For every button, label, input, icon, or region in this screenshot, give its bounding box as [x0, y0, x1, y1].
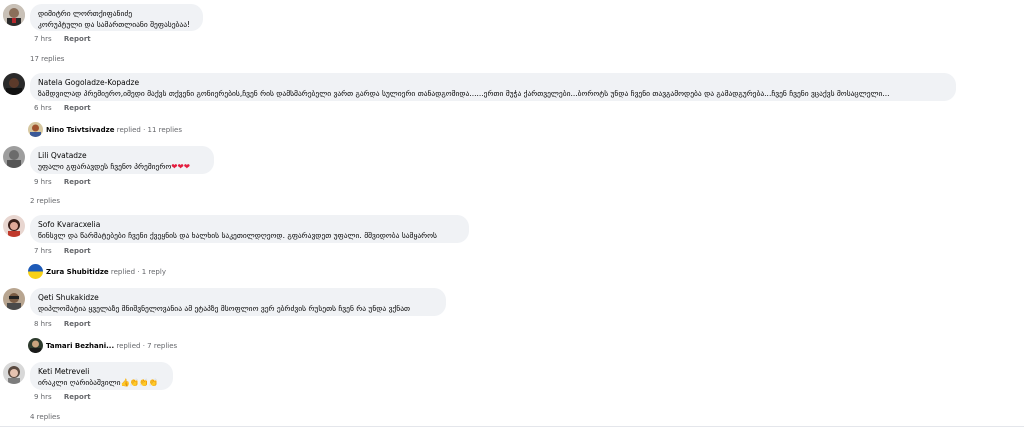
view-replies-link[interactable]: 2 replies — [30, 196, 60, 206]
comment-text: ზამდვილად პრემიერო,იმედი მაქვს თქვენი გო… — [38, 89, 890, 98]
heart-emoji: ❤❤❤ — [171, 162, 191, 171]
comment-bubble: Natela Gogoladze-Kopadze ზამდვილად პრემი… — [30, 73, 956, 101]
reply-count: · 1 reply — [137, 268, 166, 276]
commenter-name[interactable]: დიმიტრი ლორთქიფანიძე — [38, 8, 195, 19]
timestamp[interactable]: 8 hrs — [34, 320, 52, 328]
comment-body: უფალი გფარავდეს ჩვენო პრემიერო — [38, 162, 172, 171]
replier-avatar[interactable] — [28, 122, 43, 137]
replies-summary[interactable]: Tamari Bezhani... replied · 7 replies — [46, 341, 177, 351]
commenter-name[interactable]: Sofo Kvaracxelia — [38, 219, 461, 230]
timestamp[interactable]: 7 hrs — [34, 35, 52, 43]
comment-bubble: Lili Qvatadze უფალი გფარავდეს ჩვენო პრემ… — [30, 146, 214, 174]
commenter-name[interactable]: Natela Gogoladze-Kopadze — [38, 77, 948, 88]
comment-meta: 9 hrs Report — [34, 177, 91, 187]
user-photo-icon — [28, 122, 43, 137]
avatar[interactable] — [3, 146, 25, 168]
timestamp[interactable]: 9 hrs — [34, 178, 52, 186]
avatar[interactable] — [3, 215, 25, 237]
comment-meta: 9 hrs Report — [34, 392, 91, 402]
replies-summary[interactable]: Zura Shubitidze replied · 1 reply — [46, 267, 166, 277]
replier-name[interactable]: Tamari Bezhani... — [46, 342, 114, 350]
comment-bubble: Sofo Kvaracxelia წინსვლ და წარმატებები ჩ… — [30, 215, 469, 243]
replied-label: replied — [110, 268, 136, 276]
replied-label: replied — [116, 126, 141, 134]
comment-text: ირაკლი ღარიბაშვილი👍👏👏👏 — [38, 377, 165, 389]
comment-bubble: Keti Metreveli ირაკლი ღარიბაშვილი👍👏👏👏 — [30, 362, 173, 390]
comment-meta: 7 hrs Report — [34, 34, 91, 44]
timestamp[interactable]: 7 hrs — [34, 247, 52, 255]
user-photo-icon — [3, 73, 25, 95]
comment-text: დიპლომატია ყველაზე მნიშვნელოვანია ამ ეტა… — [38, 304, 411, 313]
replies-summary[interactable]: Nino Tsivtsivadze replied · 11 replies — [46, 125, 182, 135]
replied-label: replied — [116, 342, 141, 350]
user-photo-icon — [3, 146, 25, 168]
user-photo-icon — [3, 288, 25, 310]
replier-name[interactable]: Nino Tsivtsivadze — [46, 126, 115, 134]
reply-count: · 11 replies — [143, 126, 182, 134]
user-photo-icon — [3, 362, 25, 384]
timestamp[interactable]: 9 hrs — [34, 393, 52, 401]
report-link[interactable]: Report — [64, 104, 91, 112]
clap-emoji: 👍👏👏👏 — [120, 378, 158, 387]
replier-name[interactable]: Zura Shubitidze — [46, 268, 109, 276]
avatar[interactable] — [3, 362, 25, 384]
timestamp[interactable]: 6 hrs — [34, 104, 52, 112]
report-link[interactable]: Report — [64, 178, 91, 186]
comment-text: უფალი გფარავდეს ჩვენო პრემიერო❤❤❤ — [38, 161, 206, 173]
ukraine-flag-icon — [28, 264, 43, 279]
commenter-name[interactable]: Qeti Shukakidze — [38, 292, 438, 303]
divider — [0, 426, 1024, 427]
comment-bubble: Qeti Shukakidze დიპლომატია ყველაზე მნიშვ… — [30, 288, 446, 316]
report-link[interactable]: Report — [64, 35, 91, 43]
comment-text: კორუპტული და სამართლიანი შეფასებაა! — [38, 20, 191, 29]
avatar[interactable] — [3, 4, 25, 26]
replier-avatar[interactable] — [28, 264, 43, 279]
commenter-name[interactable]: Lili Qvatadze — [38, 150, 206, 161]
comment-meta: 8 hrs Report — [34, 319, 91, 329]
avatar[interactable] — [3, 73, 25, 95]
report-link[interactable]: Report — [64, 320, 91, 328]
comment-meta: 7 hrs Report — [34, 246, 91, 256]
report-link[interactable]: Report — [64, 393, 91, 401]
comment-body: ირაკლი ღარიბაშვილი — [38, 378, 121, 387]
report-link[interactable]: Report — [64, 247, 91, 255]
reply-count: · 7 replies — [142, 342, 178, 350]
view-replies-link[interactable]: 4 replies — [30, 412, 60, 422]
user-photo-icon — [3, 215, 25, 237]
comment-meta: 6 hrs Report — [34, 103, 91, 113]
user-photo-icon — [28, 338, 43, 353]
comment-bubble: დიმიტრი ლორთქიფანიძე კორუპტული და სამართ… — [30, 4, 203, 31]
comment-text: წინსვლ და წარმატებები ჩვენი ქვეყნის და ხ… — [38, 231, 437, 240]
view-replies-link[interactable]: 17 replies — [30, 54, 64, 64]
avatar[interactable] — [3, 288, 25, 310]
replier-avatar[interactable] — [28, 338, 43, 353]
commenter-name[interactable]: Keti Metreveli — [38, 366, 165, 377]
user-photo-icon — [3, 4, 25, 26]
